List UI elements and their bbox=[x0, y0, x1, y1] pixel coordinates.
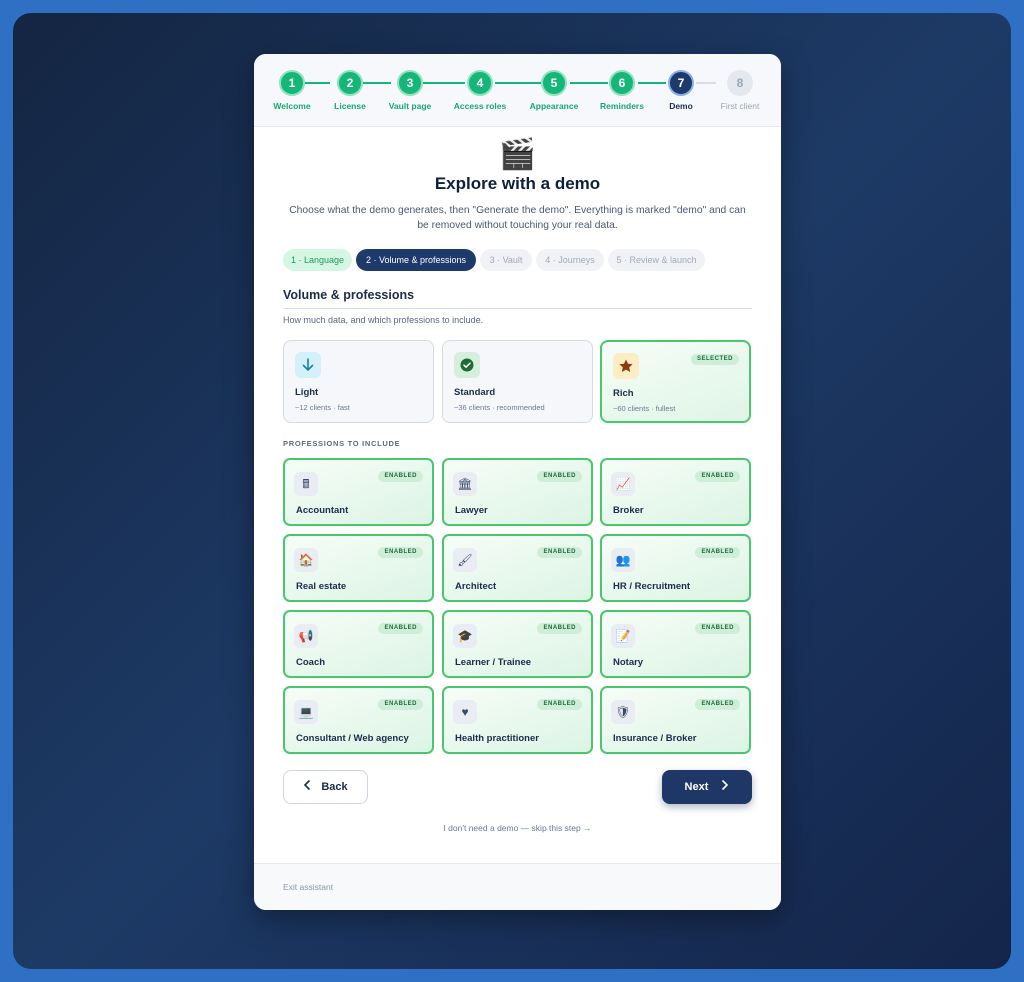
profession-card[interactable]: 📢 ENABLED Coach bbox=[283, 610, 434, 678]
step-number: 4 bbox=[467, 70, 493, 96]
step-label: Vault page bbox=[388, 101, 432, 111]
shield-icon: 🛡 bbox=[611, 700, 635, 724]
profession-name: Accountant bbox=[296, 505, 349, 516]
profession-name: Insurance / Broker bbox=[613, 733, 697, 744]
profession-name: Architect bbox=[455, 581, 497, 592]
step-number: 6 bbox=[609, 70, 635, 96]
enabled-badge: ENABLED bbox=[537, 547, 582, 558]
professions-heading: PROFESSIONS TO INCLUDE bbox=[283, 439, 401, 448]
exit-assistant-link[interactable]: Exit assistant bbox=[283, 882, 333, 892]
substep-vault: 3 · Vault bbox=[480, 249, 532, 271]
people-icon: 👥 bbox=[611, 548, 635, 572]
section-subtitle: How much data, and which professions to … bbox=[283, 315, 484, 325]
profession-name: Lawyer bbox=[455, 505, 488, 516]
calculator-icon: 🖩 bbox=[294, 472, 318, 496]
profession-name: Learner / Trainee bbox=[455, 657, 532, 668]
volume-option-light[interactable]: Light ~12 clients · fast bbox=[283, 340, 434, 423]
next-label: Next bbox=[684, 781, 709, 793]
laptop-icon: 💻 bbox=[294, 700, 318, 724]
enabled-badge: ENABLED bbox=[378, 699, 423, 710]
graduation-cap-icon: 🎓 bbox=[453, 624, 477, 648]
courthouse-icon: 🏛 bbox=[453, 472, 477, 496]
step-vault-page[interactable]: 3 Vault page bbox=[370, 70, 450, 111]
profession-card[interactable]: 🏛 ENABLED Lawyer bbox=[442, 458, 593, 526]
profession-card[interactable]: 👥 ENABLED HR / Recruitment bbox=[600, 534, 751, 602]
megaphone-icon: 📢 bbox=[294, 624, 318, 648]
volume-desc: ~36 clients · recommended bbox=[454, 403, 545, 412]
volume-option-rich[interactable]: SELECTED Rich ~60 clients · fullest bbox=[600, 340, 751, 423]
arrow-down-icon bbox=[295, 352, 321, 378]
selected-badge: SELECTED bbox=[690, 354, 739, 365]
volume-name: Light bbox=[295, 387, 319, 398]
check-circle-icon bbox=[454, 352, 480, 378]
enabled-badge: ENABLED bbox=[537, 471, 582, 482]
clapperboard-icon: 🎬 bbox=[498, 138, 537, 171]
hero: 🎬 Explore with a demo Choose what the de… bbox=[254, 138, 781, 233]
enabled-badge: ENABLED bbox=[695, 623, 740, 634]
chart-icon: 📈 bbox=[611, 472, 635, 496]
profession-card[interactable]: 📈 ENABLED Broker bbox=[600, 458, 751, 526]
profession-card[interactable]: 📝 ENABLED Notary bbox=[600, 610, 751, 678]
profession-name: Health practitioner bbox=[455, 733, 539, 744]
profession-name: Notary bbox=[613, 657, 644, 668]
substep-journeys: 4 · Journeys bbox=[536, 249, 604, 271]
profession-card[interactable]: 🖩 ENABLED Accountant bbox=[283, 458, 434, 526]
profession-card[interactable]: 🎓 ENABLED Learner / Trainee bbox=[442, 610, 593, 678]
profession-name: Consultant / Web agency bbox=[296, 733, 409, 744]
wizard-stepper: 1 Welcome 2 License 3 Vault page 4 Acces… bbox=[254, 54, 781, 127]
enabled-badge: ENABLED bbox=[695, 471, 740, 482]
enabled-badge: ENABLED bbox=[378, 547, 423, 558]
step-number: 3 bbox=[397, 70, 423, 96]
skip-step-link[interactable]: I don't need a demo — skip this step → bbox=[254, 823, 781, 833]
profession-name: Real estate bbox=[296, 581, 347, 592]
chevron-left-icon bbox=[303, 771, 311, 803]
step-number: 5 bbox=[541, 70, 567, 96]
profession-card[interactable]: ♥ ENABLED Health practitioner bbox=[442, 686, 593, 754]
step-first-client: 8 First client bbox=[700, 70, 780, 111]
enabled-badge: ENABLED bbox=[695, 547, 740, 558]
profession-card[interactable]: 💻 ENABLED Consultant / Web agency bbox=[283, 686, 434, 754]
page-description: Choose what the demo generates, then "Ge… bbox=[289, 205, 746, 231]
enabled-badge: ENABLED bbox=[537, 699, 582, 710]
brush-icon: 🖌 bbox=[453, 548, 477, 572]
enabled-badge: ENABLED bbox=[378, 471, 423, 482]
step-label: First client bbox=[720, 101, 760, 111]
step-access-roles[interactable]: 4 Access roles bbox=[440, 70, 520, 111]
heart-icon: ♥ bbox=[453, 700, 477, 724]
enabled-badge: ENABLED bbox=[695, 699, 740, 710]
star-icon bbox=[613, 353, 639, 379]
step-number: 2 bbox=[337, 70, 363, 96]
house-icon: 🏠 bbox=[294, 548, 318, 572]
wizard-card: 1 Welcome 2 License 3 Vault page 4 Acces… bbox=[254, 54, 781, 910]
page-title: Explore with a demo bbox=[434, 174, 601, 193]
section-title: Volume & professions bbox=[283, 288, 415, 302]
volume-desc: ~12 clients · fast bbox=[295, 403, 350, 412]
chevron-right-icon bbox=[721, 770, 729, 804]
enabled-badge: ENABLED bbox=[378, 623, 423, 634]
back-button[interactable]: Back bbox=[283, 770, 368, 804]
volume-name: Standard bbox=[454, 387, 496, 398]
substep-volume-professions[interactable]: 2 · Volume & professions bbox=[356, 249, 476, 271]
profession-card[interactable]: 🛡 ENABLED Insurance / Broker bbox=[600, 686, 751, 754]
volume-name: Rich bbox=[613, 388, 634, 399]
substep-review-launch: 5 · Review & launch bbox=[608, 249, 705, 271]
step-number: 8 bbox=[727, 70, 753, 96]
profession-name: Broker bbox=[613, 505, 644, 516]
step-label: Access roles bbox=[453, 101, 507, 111]
profession-name: HR / Recruitment bbox=[613, 581, 691, 592]
substep-language[interactable]: 1 · Language bbox=[283, 249, 352, 271]
volume-desc: ~60 clients · fullest bbox=[613, 404, 676, 413]
profession-card[interactable]: 🏠 ENABLED Real estate bbox=[283, 534, 434, 602]
back-label: Back bbox=[321, 781, 348, 793]
profession-name: Coach bbox=[296, 657, 326, 668]
document-pen-icon: 📝 bbox=[611, 624, 635, 648]
volume-option-standard[interactable]: Standard ~36 clients · recommended bbox=[442, 340, 593, 423]
profession-card[interactable]: 🖌 ENABLED Architect bbox=[442, 534, 593, 602]
step-number: 1 bbox=[279, 70, 305, 96]
next-button[interactable]: Next bbox=[662, 770, 752, 804]
step-number: 7 bbox=[668, 70, 694, 96]
enabled-badge: ENABLED bbox=[537, 623, 582, 634]
section-divider bbox=[283, 308, 752, 309]
footer: Exit assistant bbox=[254, 863, 781, 910]
